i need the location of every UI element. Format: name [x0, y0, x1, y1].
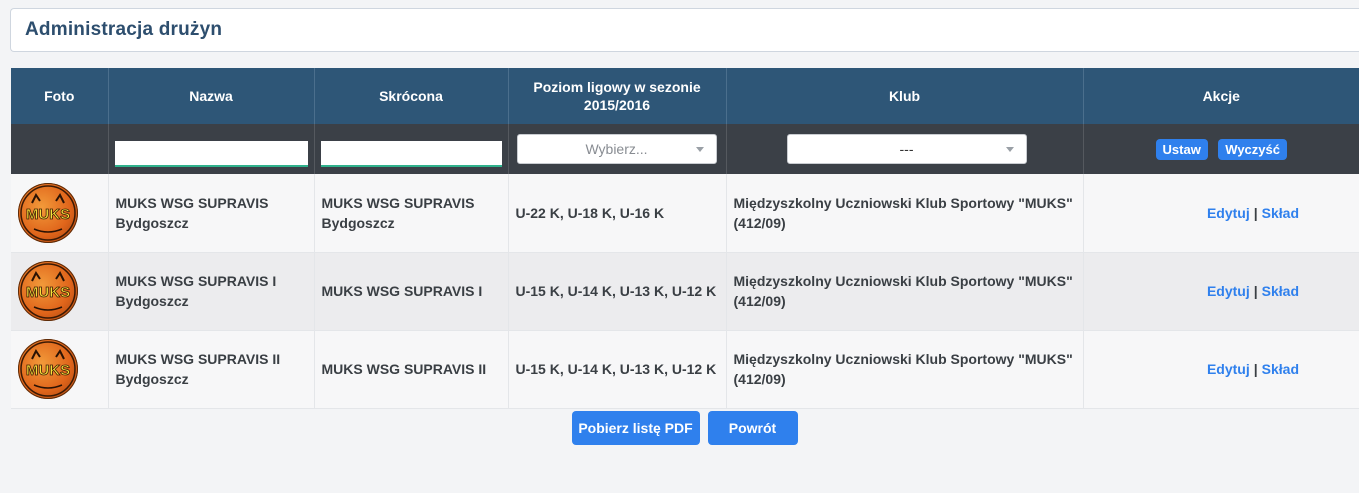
short-name-cell: MUKS WSG SUPRAVIS I — [314, 252, 509, 331]
filter-cell-name — [108, 124, 315, 174]
chevron-down-icon — [1005, 147, 1014, 152]
club-name: Międzyszkolny Uczniowski Klub Sportowy "… — [733, 273, 1073, 289]
actions-cell: Edytuj | Skład — [1083, 174, 1359, 253]
club-name: Międzyszkolny Uczniowski Klub Sportowy "… — [733, 351, 1073, 367]
level-cell: U-22 K, U-18 K, U-16 K — [508, 174, 727, 253]
logo-graphic: MUKS — [20, 263, 76, 319]
team-city: Bydgoszcz — [115, 293, 189, 309]
table-header-row: Foto Nazwa Skrócona Poziom ligowy w sezo… — [11, 68, 1359, 124]
apply-filter-button[interactable]: Ustaw — [1155, 138, 1208, 160]
logo-text: MUKS — [26, 206, 70, 223]
club-filter-select[interactable]: --- — [786, 134, 1027, 164]
separator: | — [1253, 204, 1258, 221]
team-short-name: MUKS WSG SUPRAVIS II — [321, 361, 487, 377]
level-filter-select[interactable]: Wybierz... — [516, 134, 717, 164]
filter-cell-photo — [11, 124, 109, 174]
column-header-level[interactable]: Poziom ligowy w sezonie 2015/2016 — [508, 68, 727, 124]
table-row: MUKS MUKS WSG SUPRAVIS Bydgoszcz MUKS WS… — [11, 174, 1359, 253]
column-header-actions: Akcje — [1083, 68, 1359, 124]
club-number: (412/09) — [733, 293, 786, 309]
page-title: Administracja drużyn — [25, 19, 223, 40]
page: Administracja drużyn Foto Nazwa Skrócona… — [0, 0, 1359, 493]
level-filter-placeholder: Wybierz... — [585, 141, 648, 157]
footer-buttons: Pobierz listę PDF Powrót — [0, 410, 1359, 445]
column-header-level-line1: Poziom ligowy w sezonie — [533, 79, 701, 95]
level-cell: U-15 K, U-14 K, U-13 K, U-12 K — [508, 252, 727, 331]
team-name: MUKS WSG SUPRAVIS II — [115, 351, 281, 367]
club-name: Międzyszkolny Uczniowski Klub Sportowy "… — [733, 194, 1073, 211]
club-number: (412/09) — [733, 214, 786, 231]
filter-cell-club: --- — [726, 124, 1084, 174]
level-cell: U-15 K, U-14 K, U-13 K, U-12 K — [508, 330, 727, 409]
squad-link[interactable]: Skład — [1262, 283, 1299, 299]
squad-link[interactable]: Skład — [1262, 205, 1299, 221]
club-number: (412/09) — [733, 371, 786, 387]
separator: | — [1253, 283, 1258, 299]
muks-club-logo: MUKS — [18, 261, 78, 321]
name-cell: MUKS WSG SUPRAVIS Bydgoszcz — [108, 174, 315, 253]
column-header-club[interactable]: Klub — [726, 68, 1084, 124]
club-cell: Międzyszkolny Uczniowski Klub Sportowy "… — [726, 174, 1084, 253]
page-header: Administracja drużyn — [10, 8, 1359, 52]
separator: | — [1253, 361, 1258, 377]
logo-text: MUKS — [26, 284, 70, 301]
edit-link[interactable]: Edytuj — [1207, 361, 1250, 377]
actions-cell: Edytuj | Skład — [1083, 330, 1359, 409]
club-filter-value: --- — [899, 141, 914, 157]
photo-cell: MUKS — [11, 252, 109, 331]
club-cell: Międzyszkolny Uczniowski Klub Sportowy "… — [726, 252, 1084, 331]
short-name-cell: MUKS WSG SUPRAVIS II — [314, 330, 509, 409]
logo-text: MUKS — [26, 362, 70, 379]
back-button[interactable]: Powrót — [707, 410, 798, 445]
table-row: MUKS MUKS WSG SUPRAVIS II Bydgoszcz MUKS… — [11, 330, 1359, 409]
squad-link[interactable]: Skład — [1262, 361, 1299, 377]
logo-graphic: MUKS — [20, 185, 76, 241]
clear-filter-button[interactable]: Wyczyść — [1218, 138, 1287, 160]
edit-link[interactable]: Edytuj — [1207, 283, 1250, 299]
muks-club-logo: MUKS — [18, 182, 78, 243]
team-name: MUKS WSG SUPRAVIS — [115, 194, 269, 211]
short-name-filter-input[interactable] — [320, 141, 502, 167]
filter-cell-actions: Ustaw Wyczyść — [1083, 124, 1359, 174]
club-cell: Międzyszkolny Uczniowski Klub Sportowy "… — [726, 330, 1084, 409]
actions-cell: Edytuj | Skład — [1083, 252, 1359, 331]
download-pdf-button[interactable]: Pobierz listę PDF — [571, 410, 700, 445]
teams-table: Foto Nazwa Skrócona Poziom ligowy w sezo… — [11, 68, 1359, 409]
filter-cell-short — [314, 124, 509, 174]
table-row: MUKS MUKS WSG SUPRAVIS I Bydgoszcz MUKS … — [11, 252, 1359, 331]
photo-cell: MUKS — [11, 174, 109, 253]
edit-link[interactable]: Edytuj — [1207, 205, 1250, 221]
short-name-cell: MUKS WSG SUPRAVIS Bydgoszcz — [314, 174, 509, 253]
team-short-name: MUKS WSG SUPRAVIS I — [321, 283, 483, 299]
column-header-photo[interactable]: Foto — [11, 68, 109, 124]
team-city: Bydgoszcz — [115, 214, 189, 231]
team-name: MUKS WSG SUPRAVIS I — [115, 273, 277, 289]
photo-cell: MUKS — [11, 330, 109, 409]
logo-graphic: MUKS — [20, 341, 76, 397]
team-short-name: MUKS WSG SUPRAVIS — [321, 194, 475, 211]
filter-cell-level: Wybierz... — [508, 124, 727, 174]
muks-club-logo: MUKS — [18, 339, 78, 399]
column-header-level-line2: 2015/2016 — [583, 97, 651, 113]
table-filter-row: Wybierz... --- Ustaw Wyczyść — [11, 124, 1359, 174]
team-city: Bydgoszcz — [115, 371, 189, 387]
name-cell: MUKS WSG SUPRAVIS II Bydgoszcz — [108, 330, 315, 409]
chevron-down-icon — [695, 147, 704, 152]
column-header-name[interactable]: Nazwa — [108, 68, 315, 124]
name-cell: MUKS WSG SUPRAVIS I Bydgoszcz — [108, 252, 315, 331]
name-filter-input[interactable] — [114, 141, 308, 167]
column-header-short[interactable]: Skrócona — [314, 68, 509, 124]
team-short-city: Bydgoszcz — [321, 214, 395, 231]
